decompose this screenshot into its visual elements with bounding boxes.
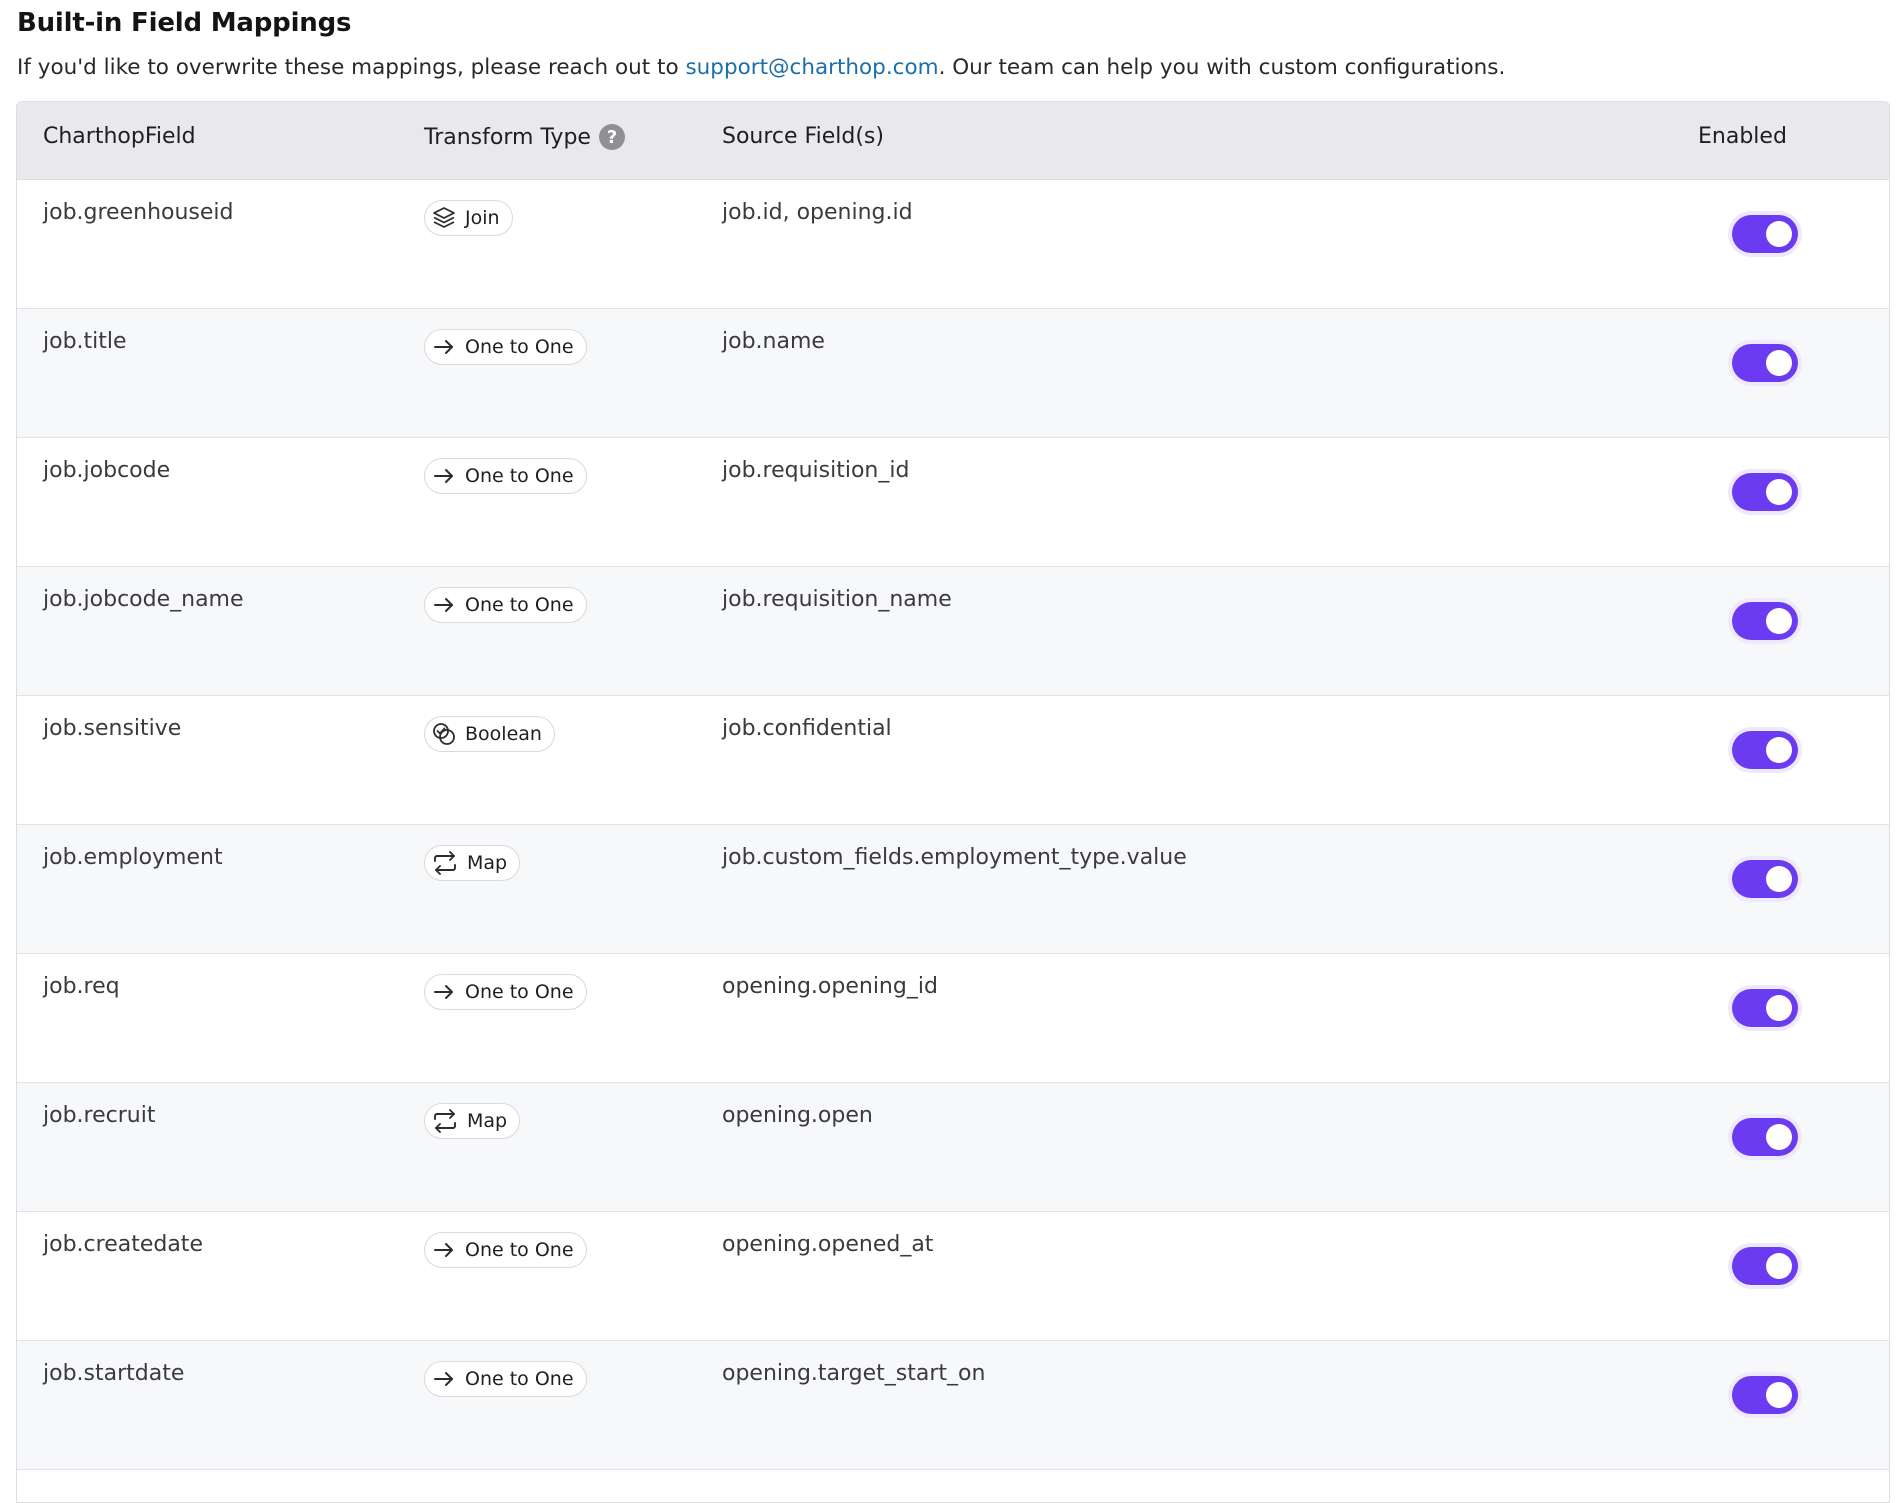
toggle-knob <box>1766 1382 1792 1408</box>
arrow-right-icon <box>431 463 457 489</box>
column-header-charthop-field-label: CharthopField <box>43 124 196 149</box>
charthop-field-cell: job.jobcode_name <box>43 587 244 612</box>
charthop-field-cell: job.greenhouseid <box>43 200 234 225</box>
enabled-toggle[interactable] <box>1732 602 1798 640</box>
source-fields-cell: opening.target_start_on <box>722 1361 986 1386</box>
subtitle-text-before: If you'd like to overwrite these mapping… <box>17 55 686 80</box>
transform-type-badge: One to One <box>424 1232 587 1268</box>
page-title: Built-in Field Mappings <box>17 8 352 38</box>
toggle-knob <box>1766 1124 1792 1150</box>
transform-type-label: One to One <box>465 1239 574 1261</box>
transform-type-badge: One to One <box>424 974 587 1010</box>
source-fields-cell: job.id, opening.id <box>722 200 913 225</box>
layers-icon <box>431 205 457 231</box>
mappings-table: CharthopField Transform Type? Source Fie… <box>16 101 1890 1503</box>
arrow-right-icon <box>431 334 457 360</box>
charthop-field-cell: job.jobcode <box>43 458 171 483</box>
charthop-field-cell: job.sensitive <box>43 716 182 741</box>
column-header-charthop-field: CharthopField <box>43 124 196 149</box>
charthop-field-cell: job.startdate <box>43 1361 185 1386</box>
table-header: CharthopField Transform Type? Source Fie… <box>17 102 1889 180</box>
source-fields-cell: job.confidential <box>722 716 892 741</box>
toggle-knob <box>1766 1253 1792 1279</box>
charthop-field-cell: job.createdate <box>43 1232 203 1257</box>
subtitle-text-after: . Our team can help you with custom conf… <box>938 55 1506 80</box>
table-row: job.jobcode One to One job.requisition_id <box>17 438 1889 567</box>
toggle-knob <box>1766 608 1792 634</box>
table-row: job.createdate One to One opening.opened_a… <box>17 1212 1889 1341</box>
toggle-knob <box>1766 995 1792 1021</box>
source-fields-cell: job.requisition_id <box>722 458 910 483</box>
support-email-link[interactable]: support@charthop.com <box>685 55 938 80</box>
swap-icon <box>431 850 459 876</box>
enabled-toggle[interactable] <box>1732 731 1798 769</box>
transform-type-label: Boolean <box>465 723 542 745</box>
transform-type-label: Map <box>467 852 508 874</box>
arrow-right-icon <box>431 592 457 618</box>
source-fields-cell: opening.open <box>722 1103 873 1128</box>
enabled-toggle[interactable] <box>1732 344 1798 382</box>
charthop-field-cell: job.title <box>43 329 127 354</box>
toggle-knob <box>1766 737 1792 763</box>
arrow-right-icon <box>431 1366 457 1392</box>
transform-type-badge: Join <box>424 200 513 236</box>
toggle-knob <box>1766 479 1792 505</box>
help-circle-icon[interactable]: ? <box>598 124 625 150</box>
transform-type-label: Join <box>465 207 500 229</box>
swap-icon <box>431 1108 459 1134</box>
source-fields-cell: opening.opening_id <box>722 974 938 999</box>
toggle-knob <box>1766 221 1792 247</box>
column-header-source-fields-label: Source Field(s) <box>722 124 884 149</box>
enabled-toggle[interactable] <box>1732 1247 1798 1285</box>
field-mappings-page: Built-in Field Mappings If you'd like to… <box>0 0 1904 1503</box>
enabled-toggle[interactable] <box>1732 860 1798 898</box>
transform-type-label: One to One <box>465 594 574 616</box>
page-subtitle: If you'd like to overwrite these mapping… <box>17 55 1505 80</box>
transform-type-badge: One to One <box>424 587 587 623</box>
enabled-toggle[interactable] <box>1732 1118 1798 1156</box>
transform-type-label: One to One <box>465 981 574 1003</box>
transform-type-badge: One to One <box>424 1361 587 1397</box>
toggle-knob <box>1766 866 1792 892</box>
charthop-field-cell: job.req <box>43 974 120 999</box>
toggle-knob <box>1766 350 1792 376</box>
enabled-toggle[interactable] <box>1732 989 1798 1027</box>
transform-type-label: One to One <box>465 1368 574 1390</box>
arrow-right-icon <box>431 1237 457 1263</box>
transform-type-badge: Map <box>424 1103 521 1139</box>
column-header-enabled-label: Enabled <box>1698 124 1787 149</box>
charthop-field-cell: job.employment <box>43 845 223 870</box>
boolean-icon <box>431 721 457 747</box>
table-row: job.jobcode_name One to One job.requisitio… <box>17 567 1889 696</box>
table-row: job.req One to One opening.opening_id <box>17 954 1889 1083</box>
table-row: job.greenhouseid Join job.id, opening.id <box>17 180 1889 309</box>
transform-type-label: One to One <box>465 465 574 487</box>
transform-type-label: Map <box>467 1110 508 1132</box>
transform-type-badge: One to One <box>424 458 587 494</box>
table-row: job.title One to One job.name <box>17 309 1889 438</box>
transform-type-badge: Boolean <box>424 716 555 752</box>
enabled-toggle[interactable] <box>1732 473 1798 511</box>
column-header-source-fields: Source Field(s) <box>722 124 884 149</box>
arrow-right-icon <box>431 979 457 1005</box>
source-fields-cell: job.requisition_name <box>722 587 952 612</box>
transform-type-badge: Map <box>424 845 521 881</box>
table-row: job.startdate One to One opening.target_st… <box>17 1341 1889 1470</box>
charthop-field-cell: job.recruit <box>43 1103 156 1128</box>
transform-type-label: One to One <box>465 336 574 358</box>
source-fields-cell: opening.opened_at <box>722 1232 934 1257</box>
enabled-toggle[interactable] <box>1732 1376 1798 1414</box>
transform-type-badge: One to One <box>424 329 587 365</box>
table-row: job.employment Map job.custom_fields.emplo… <box>17 825 1889 954</box>
table-body: job.greenhouseid Join job.id, opening.id jo… <box>17 180 1889 1470</box>
column-header-transform-type-label: Transform Type <box>424 124 591 150</box>
enabled-toggle[interactable] <box>1732 215 1798 253</box>
table-row: job.recruit Map opening.open <box>17 1083 1889 1212</box>
table-row: job.sensitive Boolean job.confidential <box>17 696 1889 825</box>
source-fields-cell: job.custom_fields.employment_type.value <box>722 845 1187 870</box>
source-fields-cell: job.name <box>722 329 825 354</box>
column-header-enabled: Enabled <box>1698 124 1787 149</box>
column-header-transform-type: Transform Type? <box>424 124 625 150</box>
